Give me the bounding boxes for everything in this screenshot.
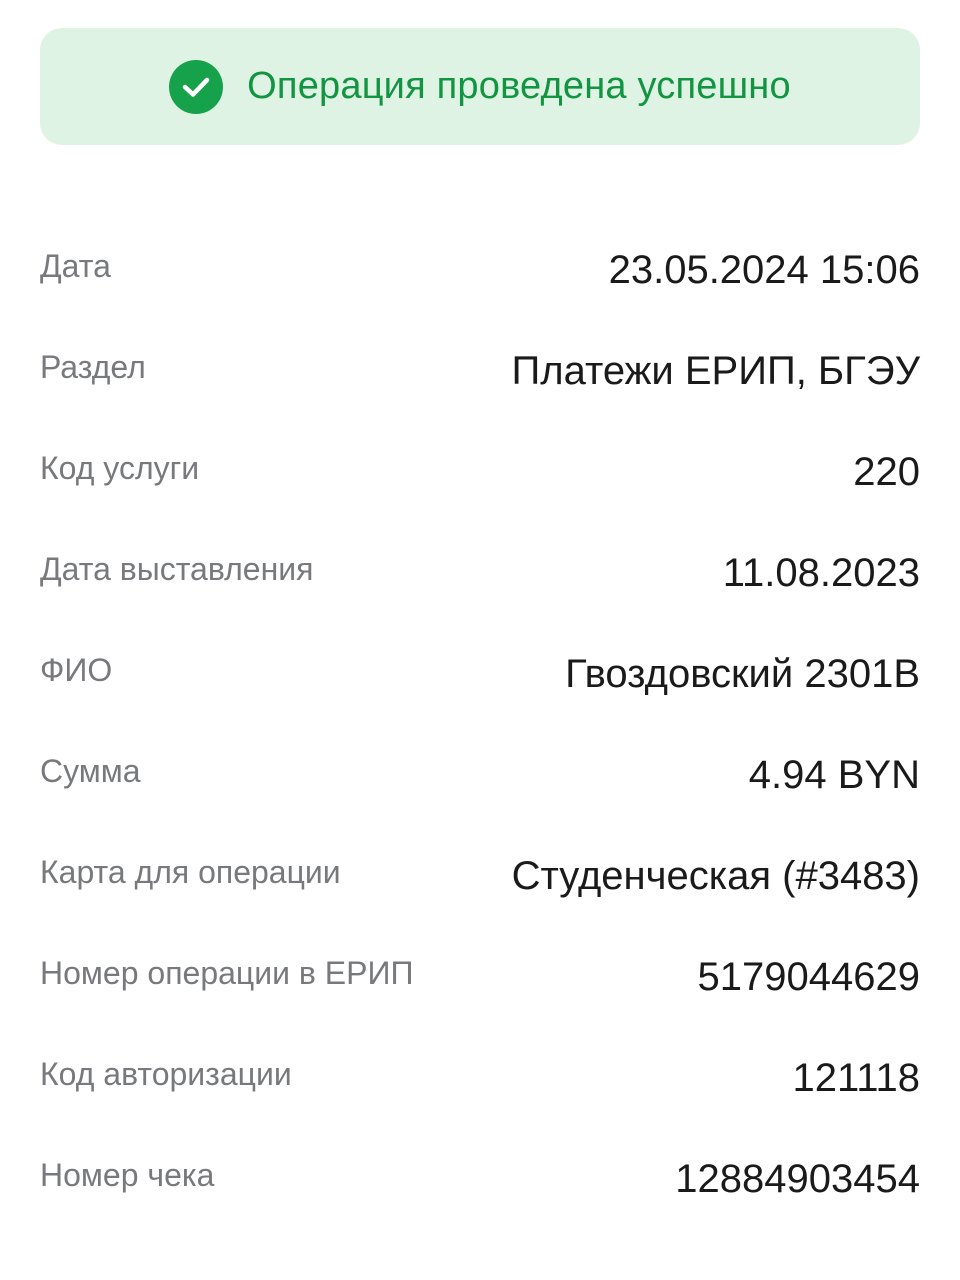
success-banner: Операция проведена успешно xyxy=(40,28,920,145)
detail-value: 11.08.2023 xyxy=(722,551,920,595)
detail-label: Дата выставления xyxy=(40,551,314,587)
detail-value: Платежи ЕРИП, БГЭУ xyxy=(511,349,921,393)
detail-row-amount: Сумма 4.94 BYN xyxy=(40,723,920,824)
detail-label: Номер операции в ЕРИП xyxy=(40,955,414,991)
detail-label: Раздел xyxy=(40,349,146,385)
detail-value: 121118 xyxy=(792,1056,920,1100)
detail-label: Код услуги xyxy=(40,450,200,486)
detail-row-authorization-code: Код авторизации 121118 xyxy=(40,1026,920,1127)
detail-row-service-code: Код услуги 220 xyxy=(40,420,920,521)
detail-label: Номер чека xyxy=(40,1157,215,1193)
detail-label: ФИО xyxy=(40,652,113,688)
detail-value: 5179044629 xyxy=(697,955,920,999)
detail-value: 12884903454 xyxy=(675,1157,920,1201)
detail-row-date: Дата 23.05.2024 15:06 xyxy=(40,218,920,319)
detail-row-invoice-date: Дата выставления 11.08.2023 xyxy=(40,521,920,622)
detail-label: Карта для операции xyxy=(40,854,341,890)
detail-value: Студенческая (#3483) xyxy=(511,854,920,898)
detail-row-section: Раздел Платежи ЕРИП, БГЭУ xyxy=(40,319,920,420)
detail-value: 220 xyxy=(853,450,920,494)
success-message: Операция проведена успешно xyxy=(247,65,791,107)
detail-row-card: Карта для операции Студенческая (#3483) xyxy=(40,824,920,925)
detail-label: Дата xyxy=(40,248,111,284)
check-circle-icon xyxy=(169,59,224,114)
operation-details: Дата 23.05.2024 15:06 Раздел Платежи ЕРИ… xyxy=(40,218,920,1228)
detail-row-erip-operation-number: Номер операции в ЕРИП 5179044629 xyxy=(40,925,920,1026)
detail-value: 23.05.2024 15:06 xyxy=(608,248,920,292)
detail-row-receipt-number: Номер чека 12884903454 xyxy=(40,1127,920,1228)
detail-value: 4.94 BYN xyxy=(748,753,920,797)
detail-label: Код авторизации xyxy=(40,1056,292,1092)
detail-label: Сумма xyxy=(40,753,141,789)
detail-row-name: ФИО Гвоздовский 2301В xyxy=(40,622,920,723)
detail-value: Гвоздовский 2301В xyxy=(565,652,920,696)
